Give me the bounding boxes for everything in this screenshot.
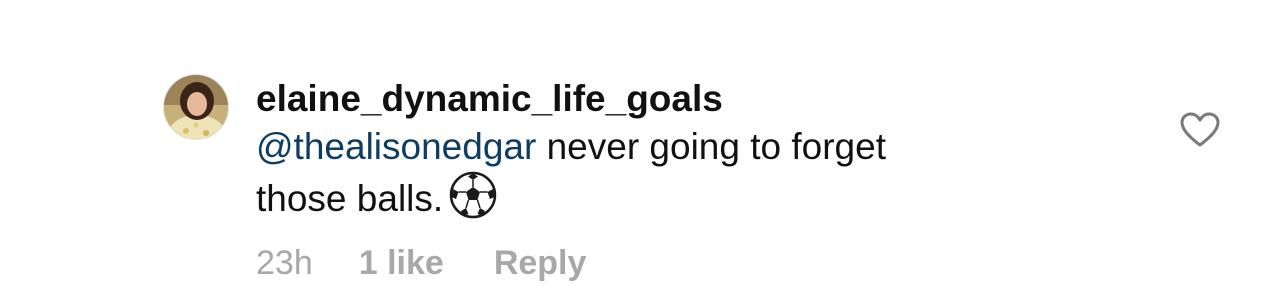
comment-username[interactable]: elaine_dynamic_life_goals (256, 76, 723, 122)
soccer-ball-icon (449, 171, 497, 231)
comment-text-line2: those balls. (256, 178, 444, 219)
comment-text-line1: never going to forget (536, 126, 886, 167)
timestamp: 23h (256, 244, 313, 282)
comment-text: @thealisonedgar never going to forget th… (256, 123, 1076, 231)
reply-button[interactable]: Reply (494, 244, 587, 282)
likes-count-link[interactable]: 1 like (359, 244, 444, 282)
comment-meta: 23h 1 like Reply (256, 241, 586, 285)
comment: elaine_dynamic_life_goals @thealisonedga… (0, 0, 1284, 298)
mention-link[interactable]: @thealisonedgar (256, 126, 536, 167)
avatar[interactable] (163, 74, 229, 140)
heart-outline-icon[interactable] (1180, 112, 1220, 148)
